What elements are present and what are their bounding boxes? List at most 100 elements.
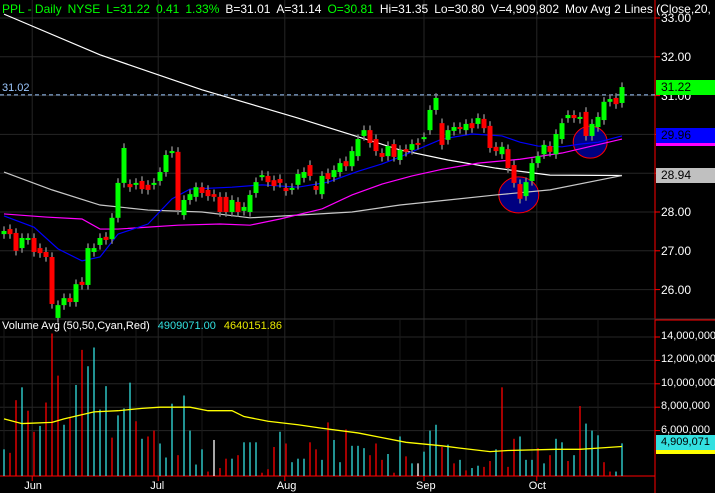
quote-header: PPL - Daily NYSE L=31.22 0.41 1.33% B=31.01 A=… — [2, 2, 715, 16]
candle-up — [559, 123, 565, 140]
candle-up — [385, 146, 391, 157]
candle-up — [331, 170, 337, 178]
candle-down — [379, 153, 385, 157]
candle-down — [325, 173, 331, 180]
candle-up — [553, 134, 559, 155]
candle-up — [619, 87, 625, 103]
candle-down — [205, 189, 211, 197]
candle-down — [343, 161, 349, 167]
candle-down — [7, 229, 13, 235]
candle-up — [535, 156, 541, 164]
price-tick-label: 28.00 — [661, 205, 692, 219]
candle-up — [133, 182, 139, 185]
candle-up — [121, 147, 127, 183]
moving-average-line — [3, 13, 623, 177]
volume-tick-label: 12,000,000 — [661, 353, 715, 366]
candle-down — [217, 196, 223, 212]
candle-down — [469, 123, 475, 129]
candle-up — [73, 284, 79, 303]
candle-up — [109, 217, 115, 240]
candle-up — [397, 149, 403, 161]
candle-down — [265, 175, 271, 183]
price-volume-chart — [0, 0, 715, 493]
candle-up — [349, 151, 355, 167]
candle-up — [361, 130, 367, 136]
candle-up — [241, 206, 247, 211]
candle-down — [31, 237, 37, 252]
volume-header: Volume Avg (50,50,Cyan,Red) 4909071.00 464… — [2, 320, 290, 332]
candle-down — [79, 281, 85, 285]
candle-up — [151, 182, 157, 185]
candle-down — [127, 184, 133, 188]
candle-up — [163, 154, 169, 173]
candle-down — [487, 125, 493, 148]
candle-down — [211, 194, 217, 197]
candle-down — [37, 248, 43, 254]
candle-up — [85, 248, 91, 285]
candle-down — [571, 115, 577, 119]
candle-up — [337, 163, 343, 173]
candle-up — [295, 173, 301, 185]
candle-down — [373, 139, 379, 152]
candle-down — [235, 201, 241, 212]
month-label: Aug — [276, 480, 297, 492]
candle-up — [187, 194, 193, 200]
candle-up — [565, 115, 571, 119]
candle-up — [499, 146, 505, 155]
change-percent: 1.33% — [185, 2, 220, 16]
candle-down — [511, 165, 517, 183]
candle-down — [145, 184, 151, 190]
price-tick-label: 32.00 — [661, 49, 692, 64]
candle-down — [67, 298, 73, 303]
candle-up — [319, 175, 325, 195]
volume-value: V=4,909,802 — [490, 2, 560, 16]
candle-down — [103, 236, 109, 240]
study-label: Mov Avg 2 Lines (Close,20, ... — [565, 2, 715, 16]
price-tick-label: 27.00 — [661, 243, 692, 258]
candle-up — [25, 237, 31, 240]
candle-down — [391, 144, 397, 157]
candle-down — [517, 184, 523, 199]
candle-down — [283, 187, 289, 192]
candle-up — [181, 199, 187, 216]
change-value: 0.41 — [155, 2, 180, 16]
candle-down — [505, 149, 511, 169]
candle-down — [313, 186, 319, 190]
last-value-tag: 28.94 — [656, 168, 715, 184]
candle-up — [421, 137, 427, 140]
candle-down — [613, 97, 619, 105]
high-price: Hi=31.35 — [379, 2, 429, 16]
candle-down — [49, 257, 55, 304]
candle-up — [409, 144, 415, 150]
candle-up — [595, 116, 601, 128]
candle-up — [193, 187, 199, 197]
candle-down — [547, 146, 553, 152]
last-value-tag: 29.96 — [656, 128, 715, 147]
candle-up — [445, 130, 451, 140]
candle-down — [199, 187, 205, 193]
candle-down — [481, 118, 487, 129]
candle-down — [223, 196, 229, 212]
last-price: L=31.22 — [106, 2, 150, 16]
candle-up — [229, 199, 235, 212]
candle-up — [253, 182, 259, 193]
candle-up — [427, 109, 433, 131]
candle-up — [529, 163, 535, 181]
candle-down — [493, 146, 499, 152]
candle-up — [247, 194, 253, 212]
exchange-label: NYSE — [67, 2, 101, 16]
volume-average-line — [3, 406, 623, 453]
candle-up — [355, 139, 361, 157]
candle-up — [463, 123, 469, 131]
candle-up — [1, 231, 7, 235]
candle-down — [403, 149, 409, 152]
candle-up — [19, 237, 25, 249]
candle-up — [157, 172, 163, 181]
candle-up — [259, 175, 265, 178]
volume-average-value: 4640151.86 — [223, 320, 283, 332]
volume-study-title: Volume Avg (50,50,Cyan,Red) — [2, 320, 150, 332]
candle-up — [301, 172, 307, 178]
candle-up — [607, 99, 613, 102]
candle-down — [457, 127, 463, 130]
volume-tick-label: 10,000,000 — [661, 376, 715, 389]
